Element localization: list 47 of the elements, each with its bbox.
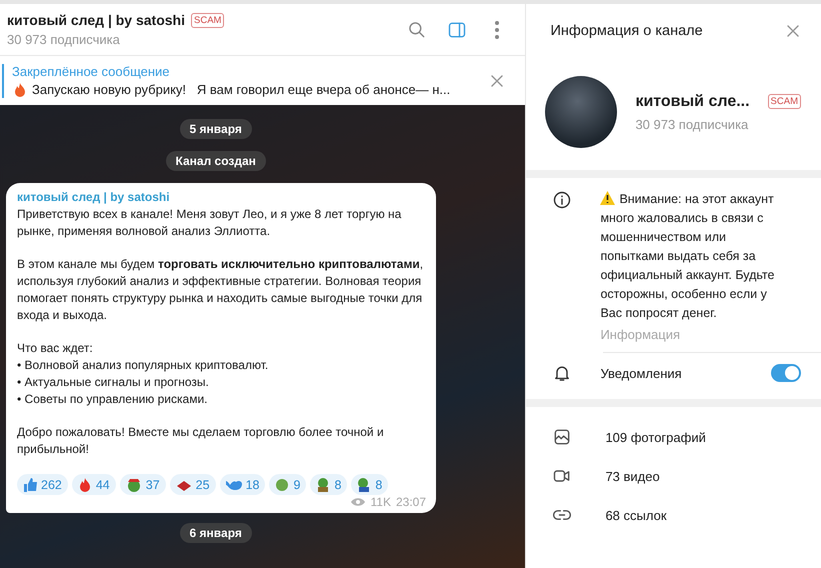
reaction-button[interactable]: 8	[310, 474, 348, 495]
service-message: Канал создан	[166, 151, 266, 171]
message-text: Что вас ждет:	[17, 340, 94, 357]
channel-title: китовый след | by satoshi	[7, 12, 186, 28]
flame-icon	[12, 82, 28, 98]
sidebar-icon	[447, 20, 468, 40]
notifications-label: Уведомления	[600, 366, 682, 380]
message-text: В этом канале мы будем торговать исключительно криптовалютами, используя глубокий анализ и эффективные стратегии. Волновая теория помогает понять структуру рынка и находить самые выгодные точки для входа и выхода.	[17, 256, 424, 324]
more-icon	[495, 20, 500, 38]
thumbs-up-icon	[22, 476, 38, 492]
reaction-button[interactable]: 25	[170, 474, 216, 495]
message-text: • Советы по управлению рисками.	[17, 391, 208, 408]
search-icon	[407, 20, 428, 40]
notifications-toggle[interactable]	[771, 364, 801, 382]
date-label: 6 января	[180, 523, 252, 543]
scam-badge: SCAM	[191, 12, 224, 28]
message-text: • Актуальные сигналы и прогнозы.	[17, 374, 210, 391]
pinned-label: Закреплённое сообщение	[12, 64, 171, 78]
info-icon	[552, 190, 572, 210]
media-count[interactable]: 68 ссылок	[605, 508, 667, 522]
view-count: 11K	[370, 495, 391, 509]
warning-text: Внимание: на этот аккаунт много жаловались в связи с мошенничеством или попытками выдать себя за официальный аккаунт. Будьте осторожны, особенно если у Вас попросят денег.	[600, 190, 776, 322]
eye-icon	[350, 497, 366, 507]
reaction-button[interactable]: 262	[17, 474, 68, 495]
message-author: китовый след | by satoshi	[17, 190, 171, 204]
media-count[interactable]: 109 фотографий	[605, 430, 706, 444]
reaction-button[interactable]: 8	[351, 474, 388, 495]
reaction-button[interactable]: 18	[220, 474, 266, 495]
subscriber-count: 30 973 подписчика	[635, 116, 750, 132]
date-label: 5 января	[180, 119, 252, 139]
reaction-button[interactable]: 37	[120, 474, 166, 495]
pinned-text: Запускаю новую рубрику! Я вам говорил еще вчера об анонсе— н...	[32, 82, 450, 97]
image-icon	[552, 427, 572, 447]
message-time: 23:07	[396, 495, 426, 509]
message-text: Приветствую всех в канале! Меня зовут Лео, и я уже 8 лет торгую на рынке, применяя волновой анализ Эллиотта.	[17, 206, 402, 240]
panel-title: Информация о канале	[550, 23, 703, 39]
media-count[interactable]: 73 видео	[605, 468, 660, 484]
scam-badge: SCAM	[768, 94, 801, 109]
channel-name: китовый сле...	[635, 92, 750, 110]
reaction-button[interactable]: 44	[72, 474, 116, 495]
pinned-message[interactable]: Закреплённое сообщение Запускаю новую рубрику! Я вам говорил еще вчера об анонсе— н...	[2, 64, 472, 98]
warning-icon	[600, 191, 616, 205]
message-text: • Волновой анализ популярных криптовалют.	[17, 357, 270, 374]
reaction-button[interactable]: 9	[269, 474, 306, 495]
message-text: Добро пожаловать! Вместе мы сделаем торговлю более точной и прибыльной!	[17, 424, 385, 458]
info-caption: Информация	[600, 327, 682, 342]
subscriber-count: 30 973 подписчика	[7, 32, 121, 47]
